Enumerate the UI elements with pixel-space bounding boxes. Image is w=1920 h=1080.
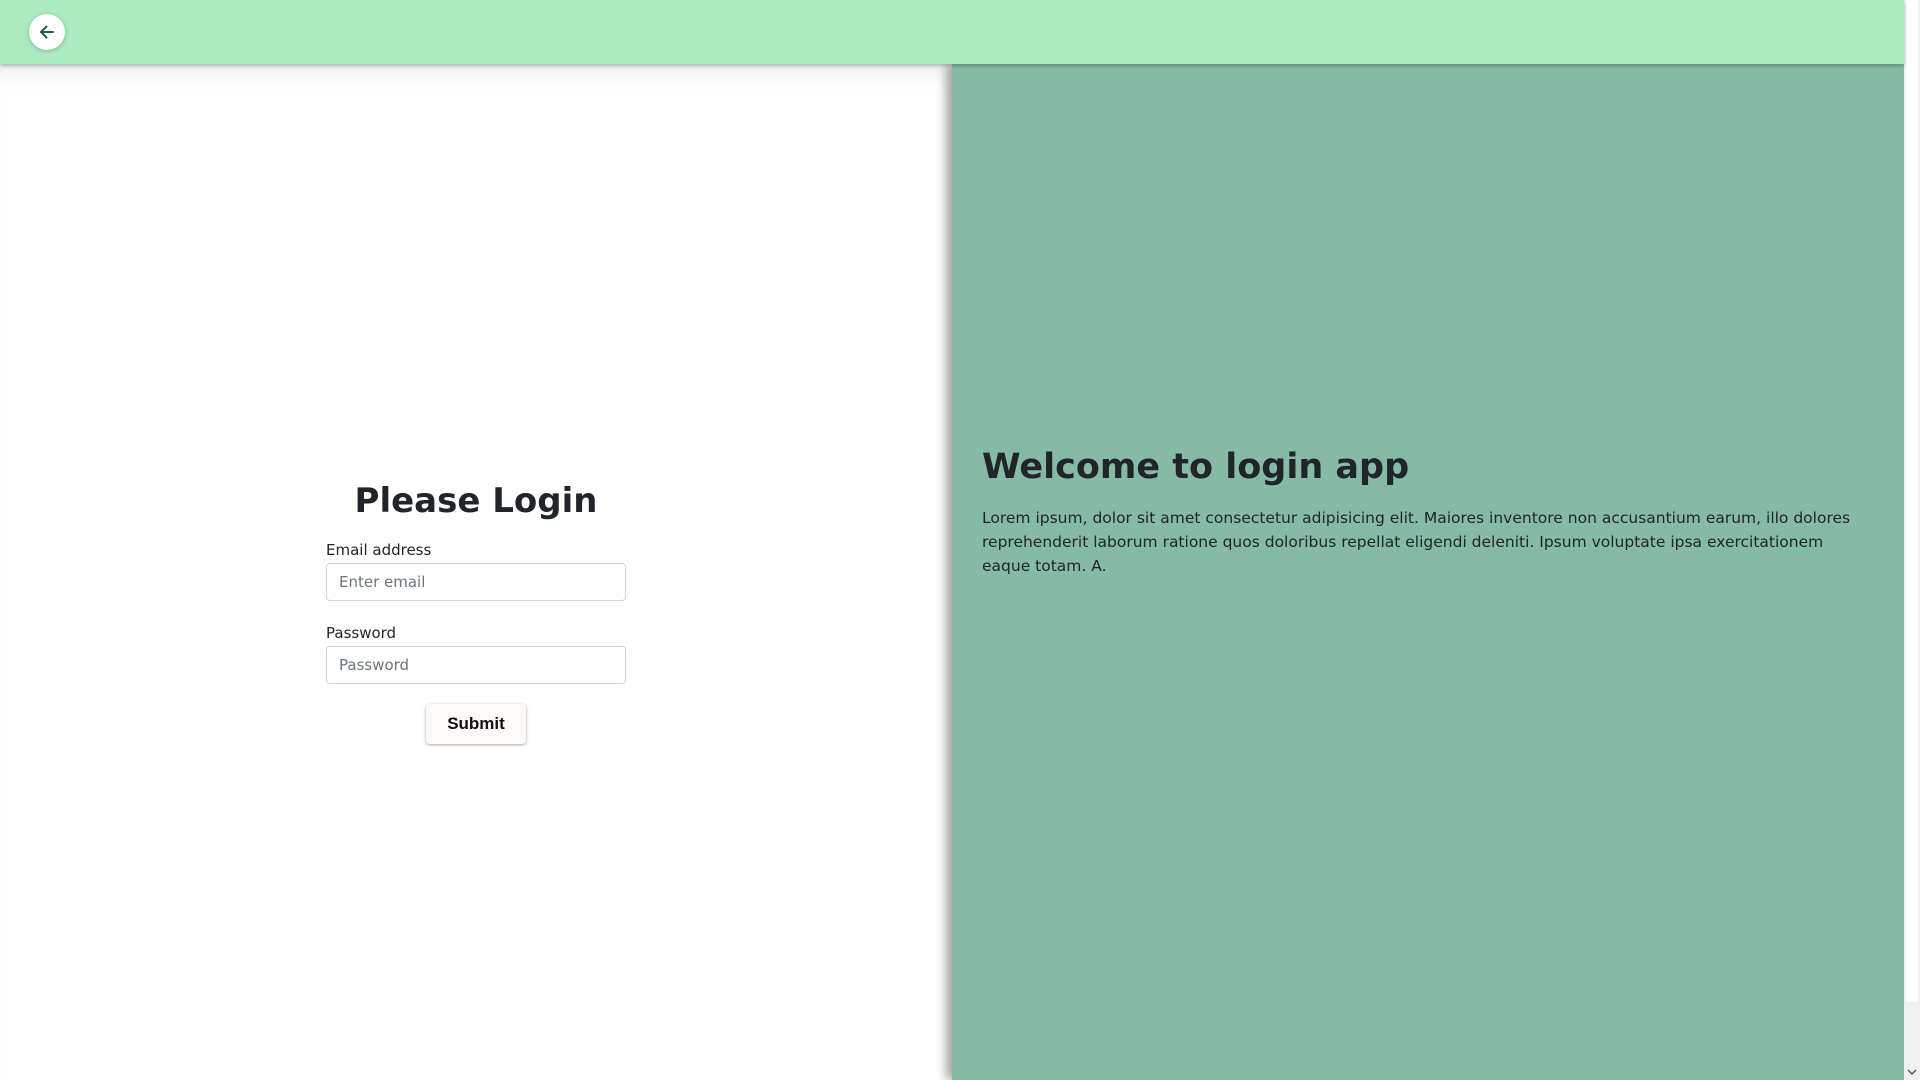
submit-row: Submit <box>326 704 626 744</box>
top-bar <box>0 0 1904 64</box>
scroll-down-button[interactable] <box>1904 1064 1920 1080</box>
password-label: Password <box>326 624 397 642</box>
email-label: Email address <box>326 541 432 559</box>
welcome-section: Welcome to login app Lorem ipsum, dolor … <box>982 444 1862 578</box>
chevron-down-icon <box>1907 1068 1917 1076</box>
welcome-text: Lorem ipsum, dolor sit amet consectetur … <box>982 509 1851 575</box>
welcome-panel: Welcome to login app Lorem ipsum, dolor … <box>952 64 1904 1080</box>
password-field[interactable] <box>326 646 626 684</box>
scrollbar-thumb[interactable] <box>1906 0 1918 1002</box>
back-button[interactable] <box>29 14 65 50</box>
submit-button[interactable]: Submit <box>426 704 526 744</box>
login-title: Please Login <box>354 481 598 521</box>
page-scrollbar[interactable] <box>1904 0 1920 1080</box>
welcome-title: Welcome to login app <box>982 447 1410 487</box>
email-field[interactable] <box>326 563 626 601</box>
app-viewport: Please Login Email address Password Subm… <box>0 0 1920 1080</box>
arrow-left-icon <box>38 23 56 41</box>
login-form: Please Login Email address Password Subm… <box>326 476 626 744</box>
login-panel: Please Login Email address Password Subm… <box>0 64 952 1080</box>
